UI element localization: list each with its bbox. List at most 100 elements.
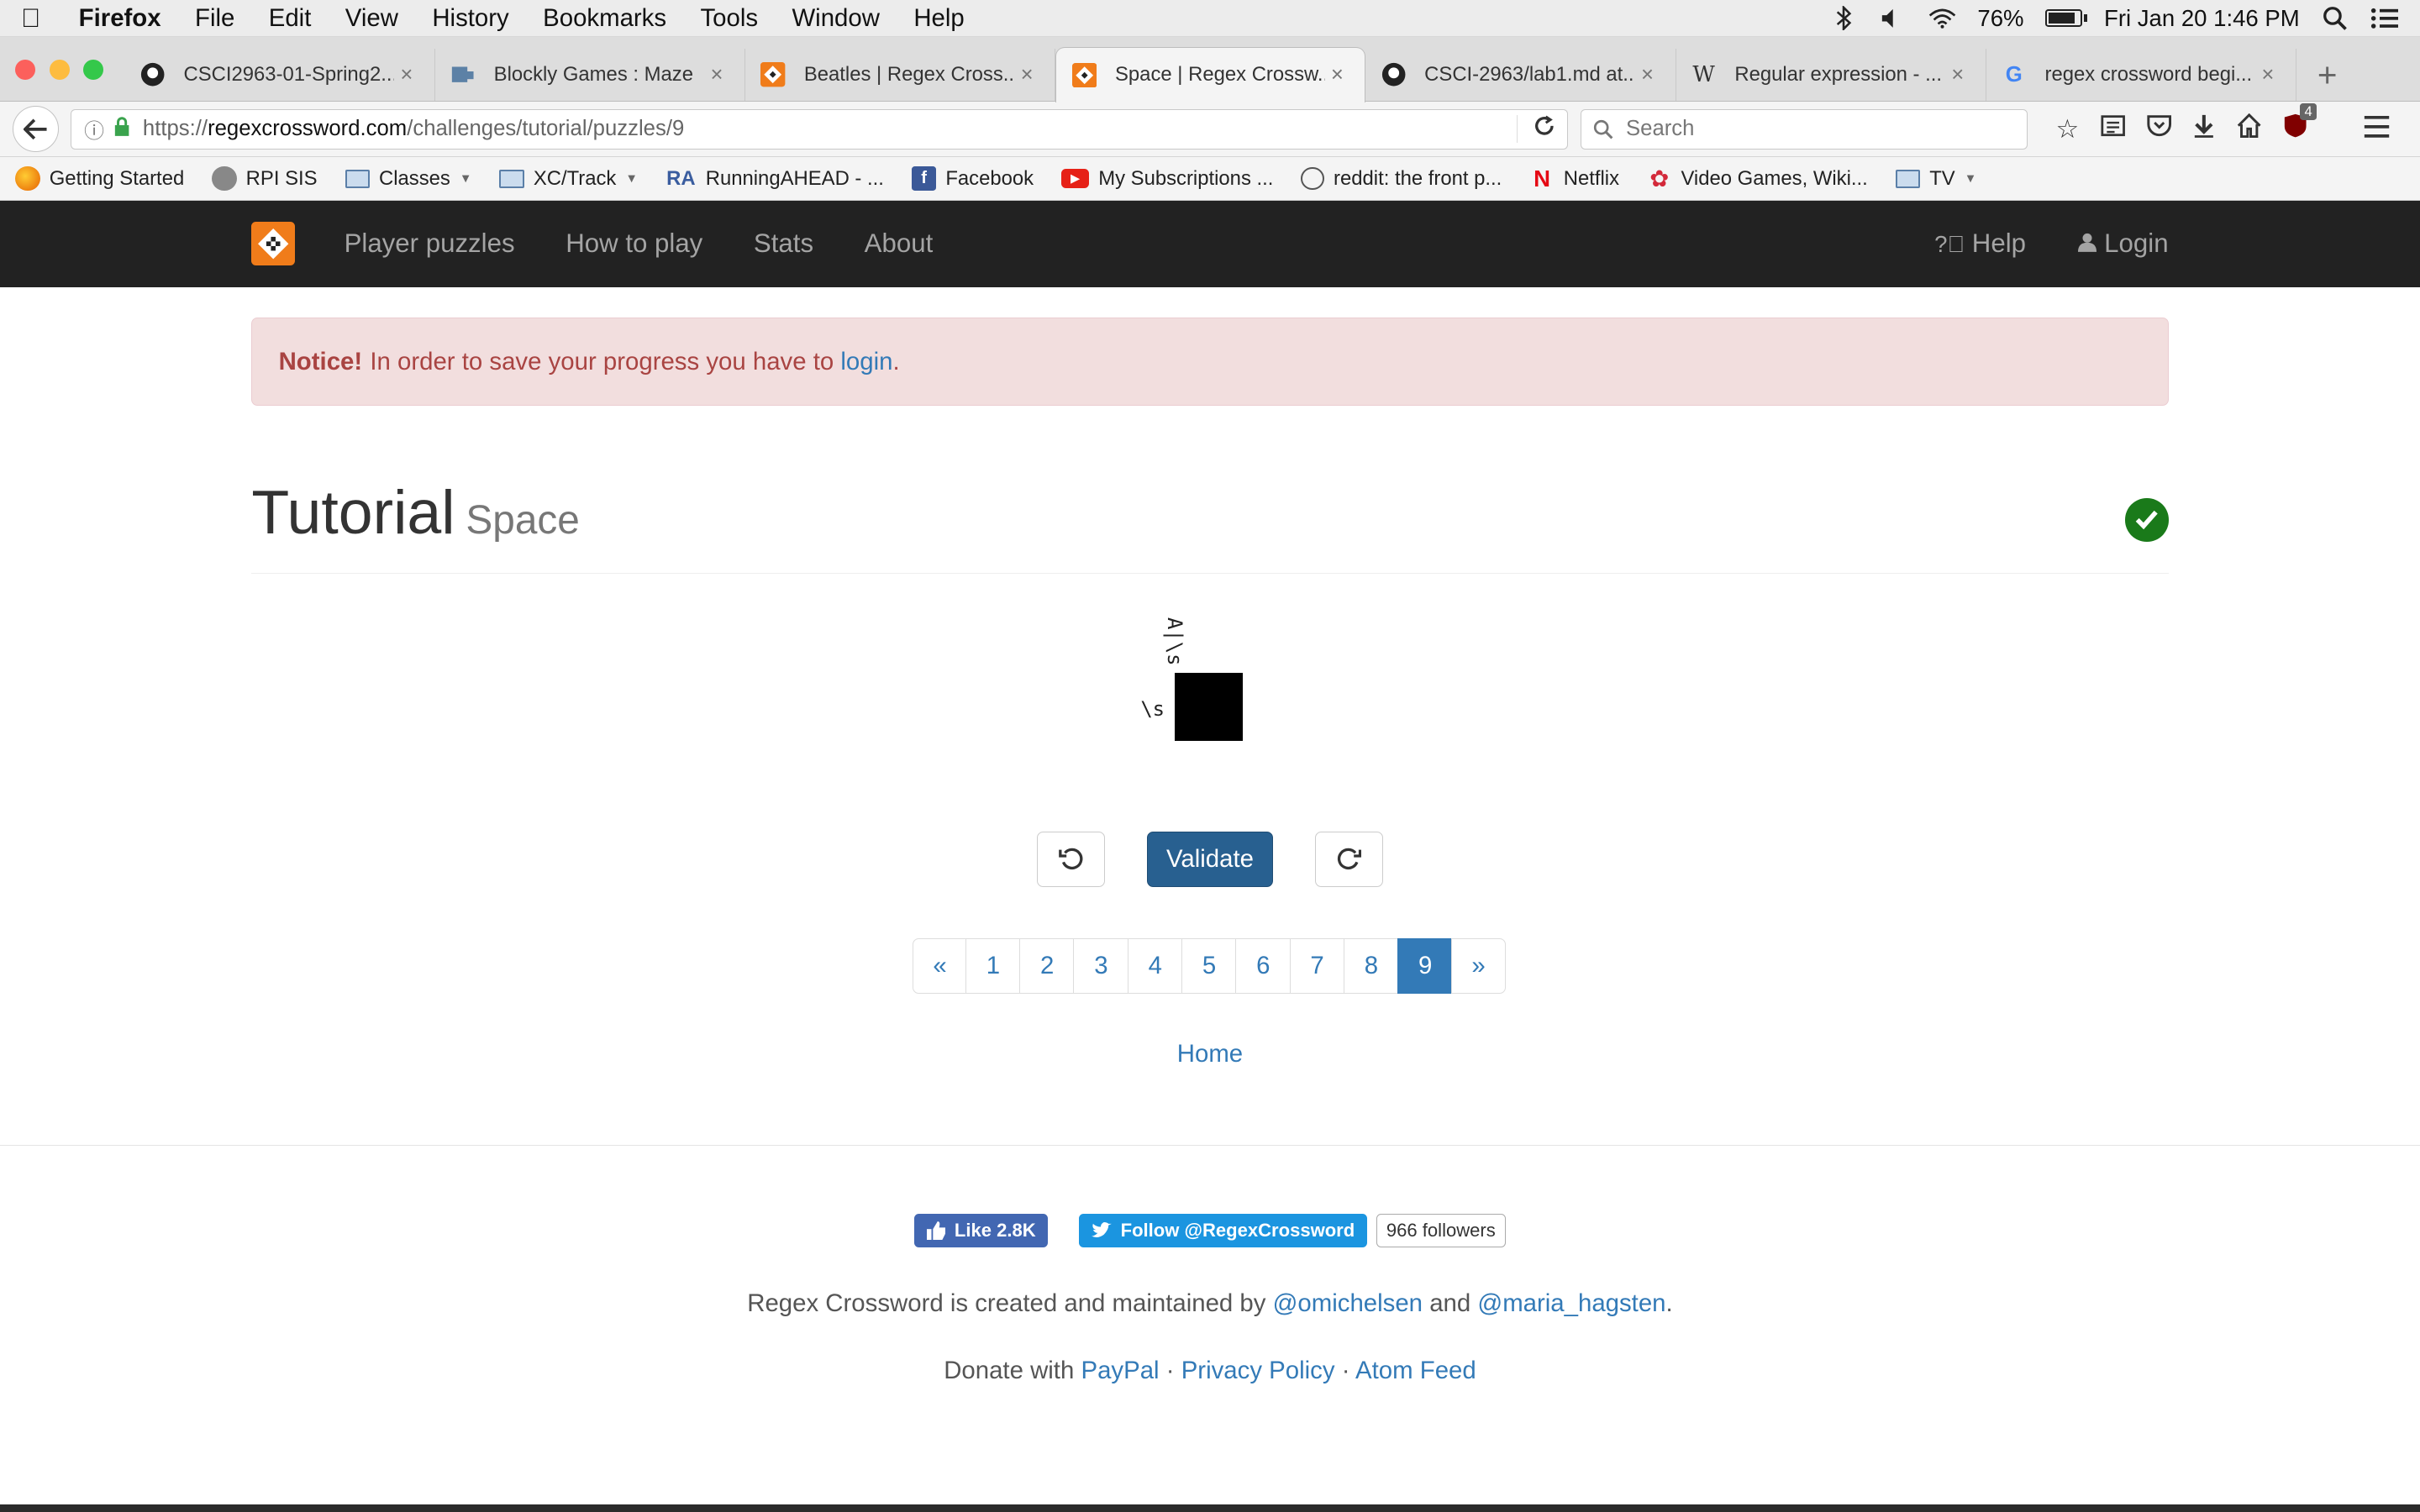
menu-bookmarks[interactable]: Bookmarks — [526, 4, 683, 33]
reader-list-icon[interactable] — [2101, 113, 2126, 144]
download-icon[interactable] — [2193, 113, 2215, 144]
bookmark-facebook[interactable]: f Facebook — [911, 165, 1034, 192]
pager-next[interactable]: » — [1451, 937, 1506, 994]
info-icon[interactable]: ⓘ — [84, 114, 104, 144]
bookmark-video-games[interactable]: ✿ Video Games, Wiki... — [1647, 165, 1868, 192]
pager-page-8[interactable]: 8 — [1343, 937, 1399, 994]
notification-center-icon[interactable] — [2370, 4, 2399, 32]
pocket-icon[interactable] — [2147, 113, 2172, 144]
browser-tab[interactable]: W Regular expression - ... × — [1676, 48, 1986, 102]
close-tab-icon[interactable]: × — [1635, 63, 1660, 87]
clock[interactable]: Fri Jan 20 1:46 PM — [2104, 5, 2300, 32]
google-icon: G — [2005, 62, 2023, 87]
login-notice-alert: Notice! In order to save your progress y… — [251, 318, 2169, 406]
menu-edit[interactable]: Edit — [252, 4, 329, 33]
bookmark-youtube[interactable]: ▶ My Subscriptions ... — [1061, 167, 1273, 191]
browser-tab[interactable]: Blockly Games : Maze × — [435, 48, 746, 102]
browser-tab[interactable]: Beatles | Regex Cross... × — [745, 48, 1056, 102]
url-text[interactable]: https://regexcrossword.com/challenges/tu… — [143, 117, 1517, 141]
close-tab-icon[interactable]: × — [394, 63, 418, 87]
pager-page-4[interactable]: 4 — [1127, 937, 1183, 994]
menu-tools[interactable]: Tools — [683, 4, 775, 33]
url-path: /challenges/tutorial/puzzles/9 — [407, 117, 685, 141]
redo-button[interactable] — [1314, 831, 1383, 887]
bookmark-netflix[interactable]: N Netflix — [1529, 165, 1619, 192]
facebook-like-button[interactable]: Like 2.8K — [914, 1213, 1049, 1248]
hamburger-menu-icon[interactable] — [2363, 114, 2391, 144]
puzzle-controls: Validate — [251, 831, 2168, 887]
privacy-policy-link[interactable]: Privacy Policy — [1181, 1357, 1335, 1384]
nav-how-to-play[interactable]: How to play — [566, 228, 702, 259]
bluetooth-icon[interactable] — [1829, 4, 1857, 32]
search-icon — [1594, 119, 1613, 139]
ublock-icon[interactable]: 4 — [2283, 103, 2317, 145]
close-tab-icon[interactable]: × — [2255, 63, 2280, 87]
url-bar[interactable]: ⓘ https://regexcrossword.com/challenges/… — [71, 108, 1569, 150]
browser-tab[interactable]: CSCI2963-01-Spring2... × — [125, 48, 435, 102]
site-footer: Like 2.8K Follow @RegexCrossword 966 fol… — [0, 1144, 2420, 1512]
menu-history[interactable]: History — [415, 4, 526, 33]
spotlight-search-icon[interactable] — [2321, 4, 2349, 32]
regex-crossword-logo[interactable] — [251, 222, 295, 265]
reload-icon[interactable] — [1517, 115, 1555, 144]
close-tab-icon[interactable]: × — [1325, 63, 1349, 87]
new-tab-button[interactable]: + — [2296, 49, 2358, 101]
twitter-follower-count[interactable]: 966 followers — [1376, 1213, 1506, 1248]
pager-page-5[interactable]: 5 — [1181, 937, 1238, 994]
bookmark-star-icon[interactable]: ☆ — [2055, 114, 2079, 144]
twitter-follow-button[interactable]: Follow @RegexCrossword — [1079, 1213, 1367, 1248]
pager-page-2[interactable]: 2 — [1019, 937, 1076, 994]
nav-help[interactable]: ?⃝ Help — [1934, 228, 2026, 259]
tab-label: Blockly Games : Maze — [493, 63, 693, 86]
minimize-window-button[interactable] — [49, 59, 70, 80]
apple-menu-icon[interactable]:  — [0, 3, 61, 34]
menu-view[interactable]: View — [329, 4, 416, 33]
browser-tab-active[interactable]: Space | Regex Crossw... × — [1055, 46, 1366, 103]
menu-window[interactable]: Window — [775, 4, 897, 33]
search-bar[interactable]: Search — [1580, 108, 2028, 150]
nav-stats[interactable]: Stats — [754, 228, 813, 259]
bookmark-rpi-sis[interactable]: RPI SIS — [212, 165, 318, 192]
nav-about[interactable]: About — [865, 228, 934, 259]
tab-label: Beatles | Regex Cross... — [803, 63, 1015, 86]
bookmark-getting-started[interactable]: Getting Started — [15, 165, 184, 192]
pager-prev[interactable]: « — [913, 937, 967, 994]
atom-feed-link[interactable]: Atom Feed — [1355, 1357, 1476, 1384]
close-tab-icon[interactable]: × — [1015, 63, 1039, 87]
nav-player-puzzles[interactable]: Player puzzles — [345, 228, 515, 259]
validate-button[interactable]: Validate — [1146, 831, 1274, 887]
menu-app-name[interactable]: Firefox — [61, 4, 177, 33]
zoom-window-button[interactable] — [83, 59, 104, 80]
bookmark-runningahead[interactable]: RA RunningAHEAD - ... — [666, 166, 884, 191]
undo-button[interactable] — [1037, 831, 1106, 887]
pager-page-1[interactable]: 1 — [965, 937, 1021, 994]
nav-login[interactable]: Login — [2078, 228, 2169, 259]
bookmark-folder-classes[interactable]: Classes ▼ — [345, 167, 471, 191]
bookmark-folder-tv[interactable]: TV ▼ — [1895, 167, 1976, 191]
menu-file[interactable]: File — [178, 4, 252, 33]
close-tab-icon[interactable]: × — [704, 63, 729, 87]
wifi-icon[interactable] — [1928, 4, 1956, 32]
bookmark-reddit[interactable]: reddit: the front p... — [1301, 167, 1502, 191]
puzzle-cell[interactable] — [1174, 672, 1243, 741]
pager-page-7[interactable]: 7 — [1289, 937, 1345, 994]
browser-tab[interactable]: CSCI-2963/lab1.md at... × — [1365, 48, 1676, 102]
home-link[interactable]: Home — [1177, 1040, 1243, 1068]
paypal-link[interactable]: PayPal — [1081, 1357, 1159, 1384]
browser-tab[interactable]: G regex crossword begi... × — [1986, 48, 2296, 102]
back-button[interactable] — [12, 106, 59, 153]
close-window-button[interactable] — [15, 59, 36, 80]
battery-icon[interactable] — [2045, 9, 2087, 27]
home-icon[interactable] — [2237, 113, 2261, 144]
close-tab-icon[interactable]: × — [1945, 63, 1970, 87]
pager-page-9-active[interactable]: 9 — [1397, 937, 1454, 994]
alert-login-link[interactable]: login — [840, 348, 892, 376]
volume-icon[interactable] — [1879, 4, 1907, 32]
pager-page-3[interactable]: 3 — [1073, 937, 1129, 994]
bookmark-folder-xc-track[interactable]: XC/Track ▼ — [499, 167, 638, 191]
lock-icon[interactable] — [113, 116, 130, 142]
author-maria-hagsten-link[interactable]: @maria_hagsten — [1477, 1289, 1665, 1317]
pager-page-6[interactable]: 6 — [1235, 937, 1292, 994]
menu-help[interactable]: Help — [897, 4, 981, 33]
author-omichelsen-link[interactable]: @omichelsen — [1273, 1289, 1423, 1317]
